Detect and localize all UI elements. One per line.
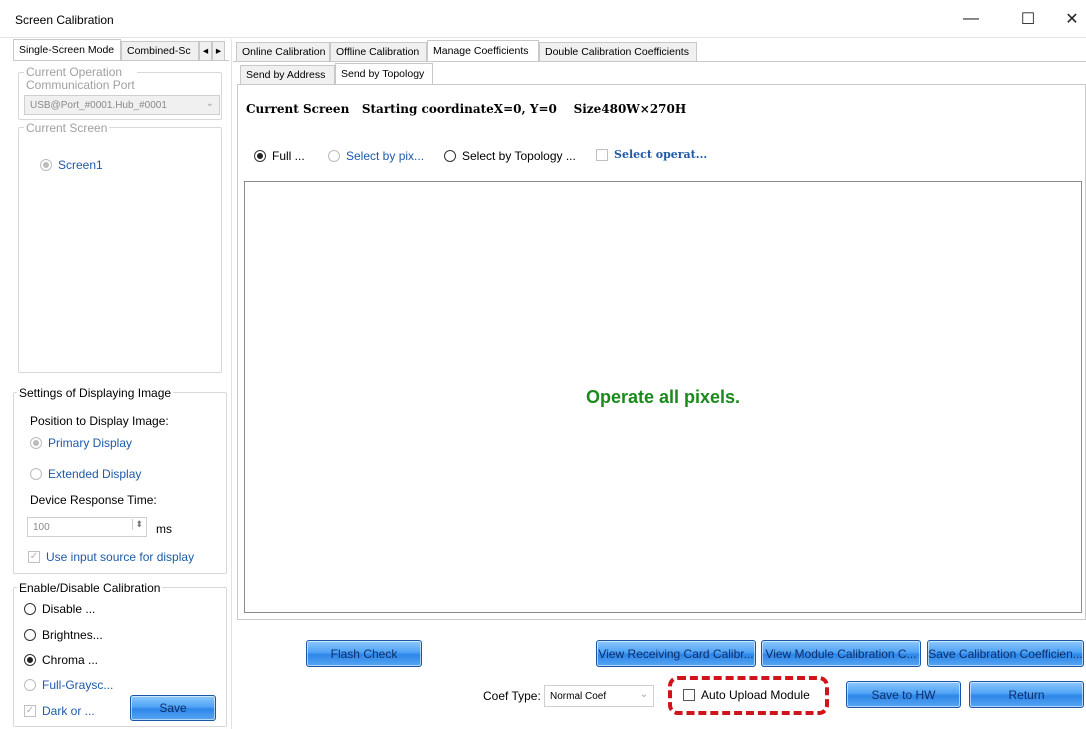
dark-label: Dark or ... [42,704,95,718]
response-time-unit: ms [156,522,172,536]
tab-manage-coefficients[interactable]: Manage Coefficients [427,40,539,61]
tab-offline-calibration[interactable]: Offline Calibration [330,42,427,61]
maximize-button[interactable]: ☐ [1012,6,1044,32]
response-time-value: 100 [33,521,50,533]
tab-double-calibration-coefficients[interactable]: Double Calibration Coefficients [539,42,697,61]
tab-combined-screen[interactable]: Combined-Sc [121,41,199,60]
auto-upload-module-option[interactable]: Auto Upload Module [683,688,810,702]
extended-display-option[interactable]: Extended Display [30,467,141,481]
select-by-pixel-label: Select by pix... [346,149,425,163]
full-grayscale-option[interactable]: Full-Graysc... [24,678,113,692]
primary-radio-icon [30,437,42,449]
coef-type-value: Normal Coef [550,690,607,702]
select-by-topology-label: Select by Topology ... [462,149,576,163]
tab-single-screen-mode[interactable]: Single-Screen Mode [13,39,121,60]
spin-icon[interactable]: ⬍ [132,519,143,530]
auto-upload-module-label: Auto Upload Module [701,688,810,702]
response-time-label: Device Response Time: [30,493,157,507]
select-by-topology-radio-icon [444,150,456,162]
save-to-hw-button[interactable]: Save to HW [846,681,961,708]
select-by-pixel-radio-icon [328,150,340,162]
brightness-radio-icon [24,629,36,641]
comm-port-title: Current Operation Communication Port [24,66,137,92]
return-button[interactable]: Return [969,681,1084,708]
primary-display-label: Primary Display [48,436,133,450]
screen-info-size: Size480W×270H [573,102,687,116]
chroma-option[interactable]: Chroma ... [24,653,98,667]
screen-info-coord: Starting coordinateX=0, Y=0 [361,102,557,116]
select-operate-option[interactable]: Select operat... [596,148,707,161]
screen-info-label: Current Screen [246,102,350,116]
chevron-down-icon: ⌄ [639,689,648,700]
panel-divider [231,39,232,729]
chevron-down-icon: ⌄ [205,98,214,109]
comm-port-title-line2: Communication Port [26,78,135,92]
screen1-option[interactable]: Screen1 [40,158,103,172]
view-receiving-card-calibration-button[interactable]: View Receiving Card Calibr... [596,640,756,667]
select-by-pixel-option[interactable]: Select by pix... [328,149,424,163]
window-title: Screen Calibration [15,13,114,27]
save-calibration-coefficients-button[interactable]: Save Calibration Coefficien... [927,640,1084,667]
screen1-label: Screen1 [58,158,103,172]
save-button[interactable]: Save [130,695,216,721]
primary-display-option[interactable]: Primary Display [30,436,132,450]
position-label: Position to Display Image: [30,414,169,428]
tab-send-by-topology[interactable]: Send by Topology [335,63,433,84]
use-input-source-label: Use input source for display [46,550,195,564]
full-radio-icon [254,150,266,162]
chroma-label: Chroma ... [42,653,99,667]
coef-type-label: Coef Type: [483,689,541,703]
select-operate-label: Select operat... [614,148,708,161]
chroma-radio-icon [24,654,36,666]
disable-label: Disable ... [42,602,96,616]
full-grayscale-radio-icon [24,679,36,691]
flash-check-button[interactable]: Flash Check [306,640,422,667]
dark-option[interactable]: ✓ Dark or ... [24,704,95,718]
use-input-source-option[interactable]: ✓ Use input source for display [28,550,194,564]
left-tab-divider [13,60,229,61]
screen1-radio-icon [40,159,52,171]
title-bar: Screen Calibration — ☐ ✕ [0,0,1086,38]
tab-scroll-right-button[interactable]: ▸ [212,41,225,60]
response-time-input[interactable]: 100 ⬍ [27,517,147,537]
screen-info: Current Screen Starting coordinateX=0, Y… [246,102,686,116]
pixel-canvas[interactable]: Operate all pixels. [244,181,1082,613]
full-grayscale-label: Full-Graysc... [42,678,114,692]
checkmark-icon: ✓ [24,705,36,717]
coef-type-select[interactable]: Normal Coef ⌄ [544,685,654,707]
close-button[interactable]: ✕ [1056,6,1086,32]
current-screen-title: Current Screen [24,121,110,135]
extended-display-label: Extended Display [48,467,142,481]
display-settings-title: Settings of Displaying Image [17,386,174,400]
full-label: Full ... [272,149,305,163]
disable-option[interactable]: Disable ... [24,602,95,616]
canvas-message: Operate all pixels. [585,387,741,407]
full-option[interactable]: Full ... [254,149,305,163]
tab-send-by-address[interactable]: Send by Address [240,65,335,84]
tab-online-calibration[interactable]: Online Calibration [236,42,330,61]
disable-radio-icon [24,603,36,615]
extended-radio-icon [30,468,42,480]
tab-scroll-left-button[interactable]: ◂ [199,41,212,60]
checkbox-icon [683,689,695,701]
comm-port-select[interactable]: USB@Port_#0001.Hub_#0001 ⌄ [24,95,220,115]
brightness-label: Brightnes... [42,628,103,642]
minimize-button[interactable]: — [955,6,987,32]
select-by-topology-option[interactable]: Select by Topology ... [444,149,576,163]
brightness-option[interactable]: Brightnes... [24,628,103,642]
calibration-title: Enable/Disable Calibration [17,581,163,595]
comm-port-value: USB@Port_#0001.Hub_#0001 [30,99,167,111]
main-tab-divider [233,61,1086,62]
checkmark-icon: ✓ [28,551,40,563]
checkbox-icon [596,148,608,161]
view-module-calibration-button[interactable]: View Module Calibration C... [761,640,921,667]
